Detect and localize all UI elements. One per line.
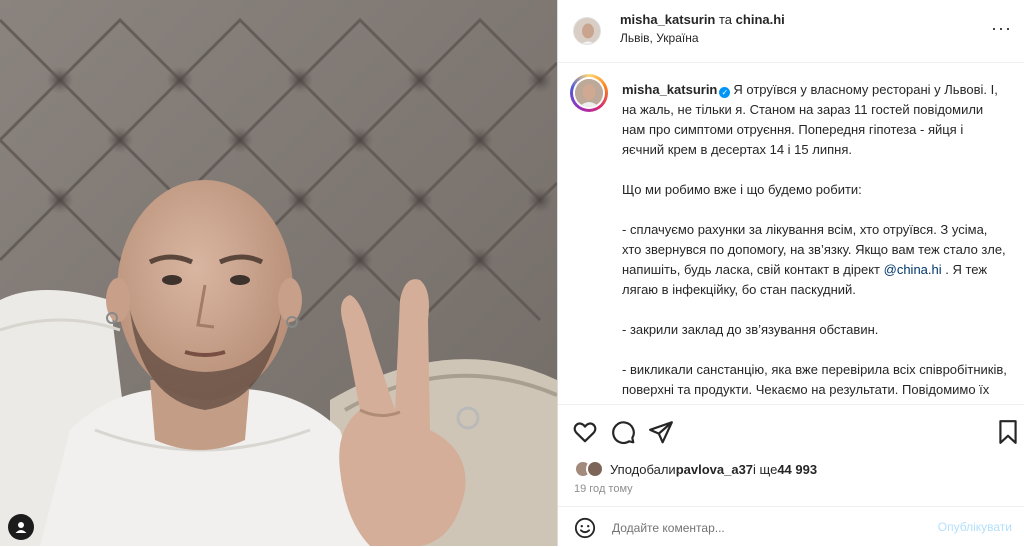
more-horizontal-icon[interactable]: ··· — [991, 18, 1012, 39]
caption-mention-link[interactable]: @china.hi — [884, 262, 942, 277]
likes-summary: Уподобали pavlova_a37 і ще 44 993 — [574, 459, 817, 479]
caption-author-avatar[interactable] — [570, 74, 608, 112]
likes-middle: і ще — [753, 461, 778, 477]
caption-username[interactable]: misha_katsurin — [622, 82, 717, 97]
liker-username[interactable]: pavlova_a37 — [676, 462, 753, 477]
bookmark-icon[interactable] — [996, 419, 1022, 445]
caption-paragraph-2: Що ми робимо вже і що будемо робити: — [622, 182, 862, 197]
comment-icon[interactable] — [610, 419, 636, 445]
person-tag-icon[interactable] — [8, 514, 34, 540]
post-timestamp[interactable]: 19 год тому — [574, 483, 633, 495]
coauthor-username[interactable]: china.hi — [736, 12, 785, 27]
verified-badge-icon: ✓ — [719, 87, 731, 98]
comment-input[interactable] — [610, 516, 914, 540]
post-photo[interactable] — [0, 0, 557, 546]
post-caption: misha_katsurin ✓ Я отруївся у власному рес… — [558, 63, 1024, 403]
post-side-panel: misha_katsurin та china.hi Львів, Україн… — [557, 0, 1024, 546]
likes-count[interactable]: 44 993 — [777, 462, 817, 477]
caption-text: misha_katsurin ✓ Я отруївся у власному рес… — [622, 80, 1007, 403]
post-photo-image — [0, 0, 557, 546]
author-username[interactable]: misha_katsurin — [620, 12, 715, 27]
post-authors: misha_katsurin та china.hi — [620, 12, 785, 27]
emoji-smile-icon[interactable] — [574, 517, 596, 539]
caption-paragraph-5: - викликали санстанцію, яка вже перевіри… — [622, 362, 1007, 403]
author-avatar[interactable] — [573, 17, 601, 45]
send-icon[interactable] — [648, 419, 674, 445]
likes-prefix: Уподобали — [610, 461, 676, 477]
heart-icon[interactable] — [572, 419, 598, 445]
publish-button[interactable]: Опублікувати — [938, 520, 1012, 534]
liker-avatar[interactable] — [586, 460, 604, 478]
caption-paragraph-4: - закрили заклад до зв’язування обставин… — [622, 322, 879, 337]
comment-box: Опублікувати — [558, 506, 1024, 547]
post-location[interactable]: Львів, Україна — [620, 31, 699, 45]
post-header: misha_katsurin та china.hi Львів, Україн… — [558, 0, 1024, 63]
authors-joiner: та — [719, 12, 733, 27]
